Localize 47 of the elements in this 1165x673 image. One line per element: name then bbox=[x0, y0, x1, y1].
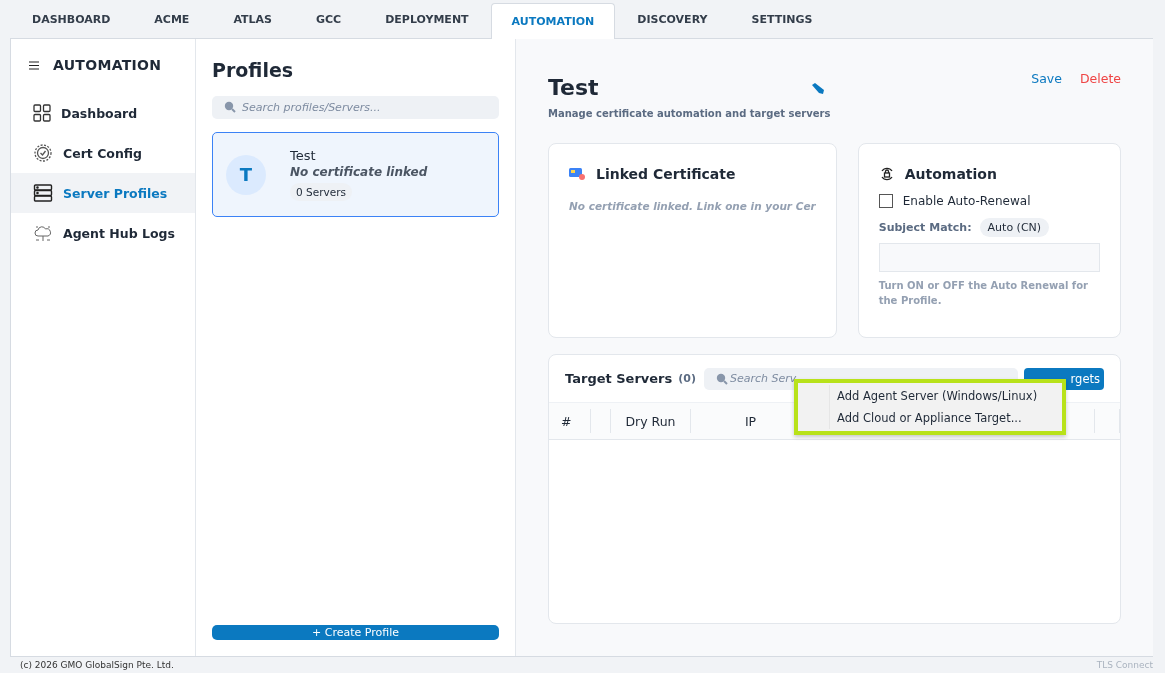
avatar: T bbox=[226, 154, 266, 195]
search-field[interactable]: Search profiles/Servers... bbox=[212, 96, 499, 119]
pencil-icon[interactable] bbox=[810, 83, 824, 94]
top-tab[interactable]: DEPLOYMENT bbox=[363, 0, 491, 38]
checkbox[interactable] bbox=[878, 194, 893, 208]
card-title: Linked Certificate bbox=[596, 166, 736, 182]
profile-subtitle: Manage certificate automation and target servers bbox=[548, 108, 832, 119]
create-profile-button[interactable]: + Create Profile bbox=[212, 625, 499, 640]
top-tab[interactable]: DASHBOARD bbox=[10, 0, 133, 38]
top-tab[interactable]: ACME bbox=[132, 0, 212, 38]
auto-renewal-checkbox[interactable]: Enable Auto-Renewal bbox=[878, 194, 1100, 208]
gear-icon bbox=[33, 143, 53, 163]
sidebar-title: AUTOMATION bbox=[53, 57, 162, 73]
server-count: 0 Servers bbox=[290, 183, 352, 201]
sidebar-item[interactable]: Cert Config bbox=[11, 133, 195, 173]
subject-match-pill: Auto (CN) bbox=[979, 218, 1050, 237]
delete-link[interactable]: Delete bbox=[1079, 71, 1121, 86]
server-count: (0) bbox=[678, 372, 696, 385]
menu-icon[interactable] bbox=[29, 60, 39, 70]
empty-message: No certificate linked. Link one in your Cer bbox=[569, 200, 816, 212]
top-tab[interactable]: ATLAS bbox=[211, 0, 294, 38]
sidebar-item[interactable]: Server Profiles bbox=[11, 173, 195, 213]
subject-match-label: Subject Match: bbox=[878, 221, 972, 234]
card-title: Automation bbox=[904, 166, 997, 182]
top-tab[interactable]: AUTOMATION bbox=[490, 3, 616, 39]
sidebar-item[interactable]: Agent Hub Logs bbox=[11, 213, 195, 253]
top-tab[interactable]: SETTINGS bbox=[729, 0, 835, 38]
column-header: Dry Run bbox=[611, 409, 691, 433]
profile-card[interactable]: T Test No certificate linked 0 Servers bbox=[212, 132, 499, 217]
profiles-title: Profiles bbox=[212, 59, 295, 81]
subject-input-field[interactable] bbox=[878, 243, 1100, 272]
column-header: # bbox=[549, 409, 591, 433]
card-title: Target Servers bbox=[565, 371, 673, 386]
api-cloud-icon bbox=[33, 223, 53, 243]
profile-name: Test bbox=[290, 148, 317, 163]
product-name: TLS Connect bbox=[1096, 660, 1153, 670]
sidebar-item[interactable]: Dashboard bbox=[11, 93, 195, 133]
top-tab[interactable]: GCC bbox=[294, 0, 364, 38]
grid-icon bbox=[33, 104, 51, 122]
profile-title: Test bbox=[548, 75, 599, 100]
certificate-icon bbox=[569, 167, 586, 181]
server-icon bbox=[33, 183, 53, 203]
top-tab[interactable]: DISCOVERY bbox=[615, 0, 730, 38]
profile-subtitle: No certificate linked bbox=[290, 165, 428, 179]
save-link[interactable]: Save bbox=[1031, 71, 1062, 86]
copyright-text: (c) 2026 GMO GlobalSign Pte. Ltd. bbox=[20, 660, 174, 670]
hint-text: Turn ON or OFF the Auto Renewal for the Profile. bbox=[878, 279, 1089, 308]
